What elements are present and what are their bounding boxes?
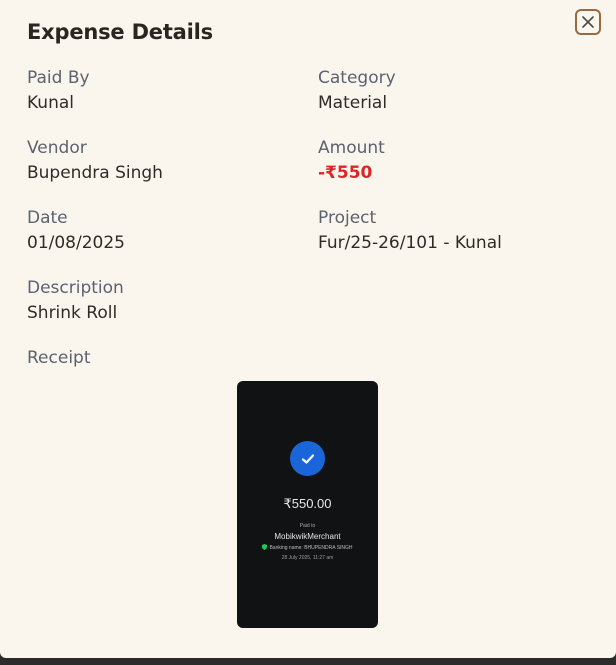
- amount-field: Amount -₹550: [318, 137, 385, 184]
- description-label: Description: [27, 278, 124, 298]
- paid-by-value: Kunal: [27, 93, 74, 113]
- vendor-field: Vendor Bupendra Singh: [27, 137, 163, 184]
- date-label: Date: [27, 208, 68, 228]
- project-value: Fur/25-26/101 - Kunal: [318, 233, 502, 253]
- vendor-value: Bupendra Singh: [27, 163, 163, 183]
- date-field: Date 01/08/2025: [27, 207, 125, 254]
- receipt-image[interactable]: ₹550.00 Paid to MobikwikMerchant Banking…: [237, 381, 378, 628]
- close-icon: [582, 16, 594, 28]
- shield-icon: [262, 544, 268, 550]
- receipt-label: Receipt: [27, 348, 91, 368]
- modal-title: Expense Details: [27, 20, 213, 44]
- receipt-amount: ₹550.00: [283, 496, 332, 511]
- project-field: Project Fur/25-26/101 - Kunal: [318, 207, 502, 254]
- receipt-banking-row: Banking name: BHUPENDRA SINGH: [237, 544, 378, 551]
- paid-by-field: Paid By Kunal: [27, 67, 90, 114]
- category-value: Material: [318, 93, 388, 113]
- close-button[interactable]: [575, 9, 601, 35]
- check-icon: [301, 453, 314, 464]
- receipt-merchant: MobikwikMerchant: [274, 532, 341, 541]
- amount-value: -₹550: [318, 163, 373, 183]
- amount-label: Amount: [318, 138, 385, 158]
- vendor-label: Vendor: [27, 138, 87, 158]
- payment-success-badge: [290, 441, 325, 476]
- receipt-paid-to-label: Paid to: [299, 523, 316, 529]
- receipt-datetime: 28 July 2025, 11:27 am: [281, 555, 334, 561]
- expense-details-modal: Expense Details Paid By Kunal Category M…: [0, 0, 616, 658]
- category-field: Category Material: [318, 67, 396, 114]
- date-value: 01/08/2025: [27, 233, 125, 253]
- category-label: Category: [318, 68, 396, 88]
- project-label: Project: [318, 208, 377, 228]
- paid-by-label: Paid By: [27, 68, 90, 88]
- description-value: Shrink Roll: [27, 303, 118, 323]
- receipt-banking-name: Banking name: BHUPENDRA SINGH: [269, 545, 353, 551]
- receipt-field: Receipt: [27, 347, 91, 369]
- description-field: Description Shrink Roll: [27, 277, 124, 324]
